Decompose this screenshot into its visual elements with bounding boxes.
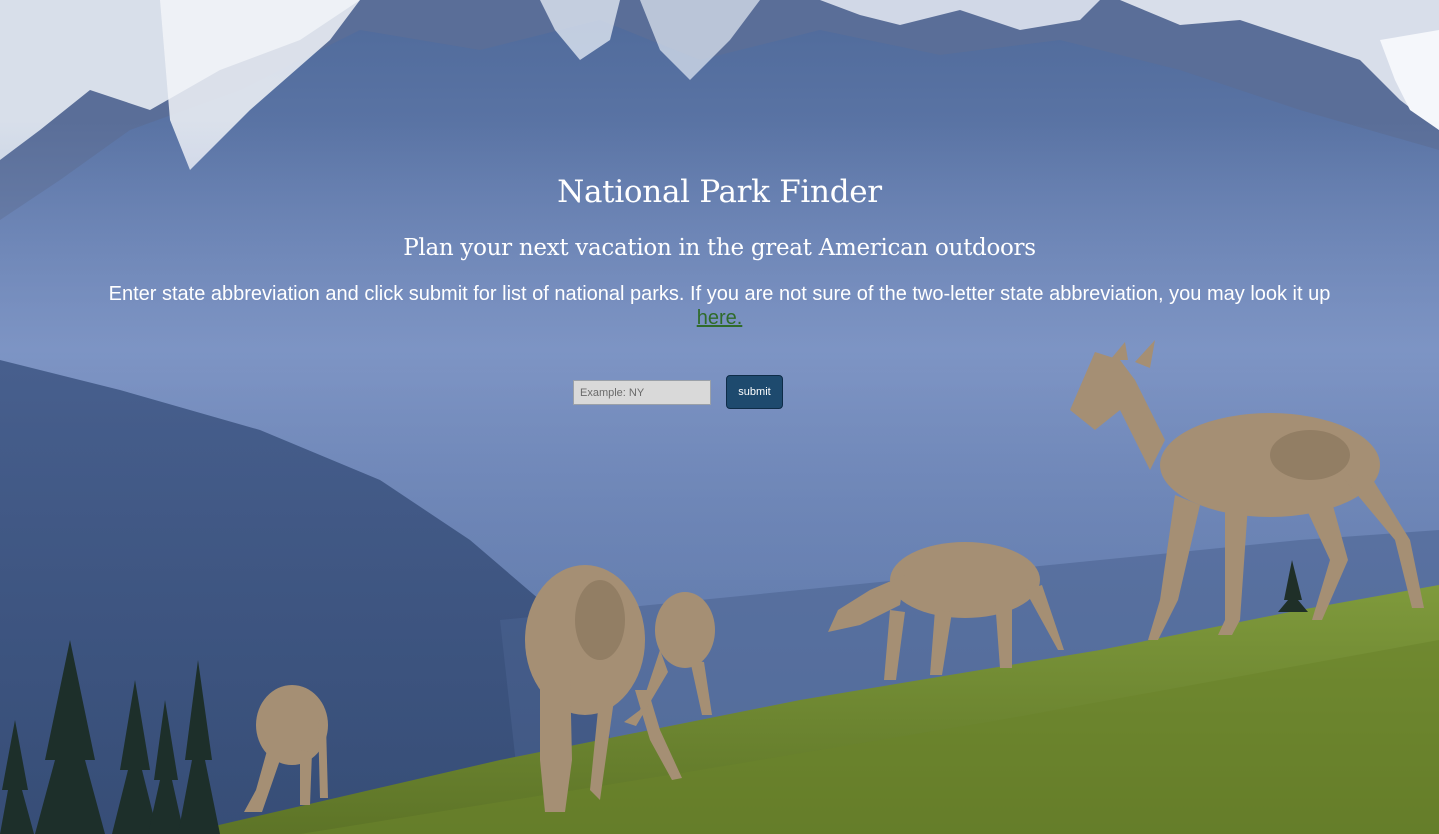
search-form: submit — [0, 375, 1439, 409]
page-subtitle: Plan your next vacation in the great Ame… — [403, 235, 1036, 261]
state-lookup-link[interactable]: here. — [697, 307, 743, 329]
state-abbreviation-input[interactable] — [573, 380, 711, 405]
page-title: National Park Finder — [557, 174, 882, 210]
instructions-text: Enter state abbreviation and click submi… — [40, 282, 1399, 330]
background-image — [0, 0, 1439, 834]
instructions-label: Enter state abbreviation and click submi… — [108, 283, 1331, 305]
submit-button[interactable]: submit — [726, 375, 783, 409]
